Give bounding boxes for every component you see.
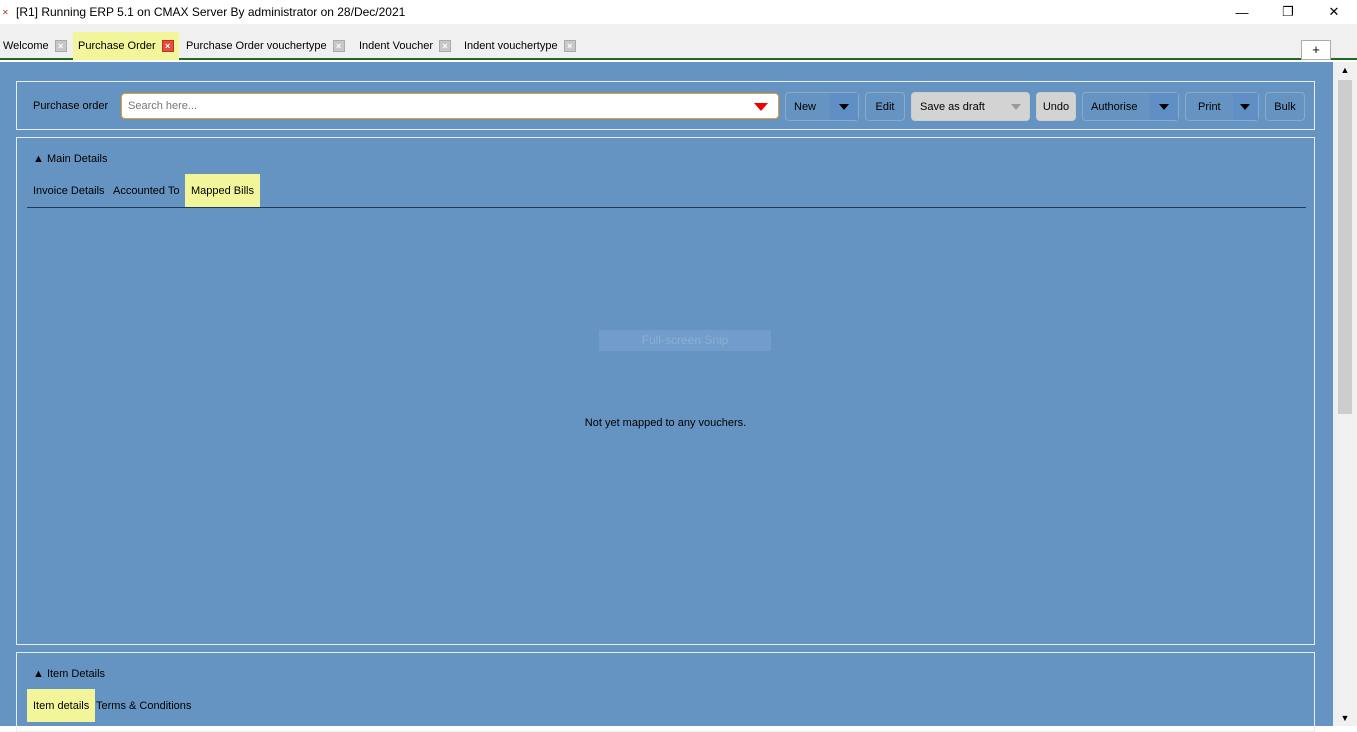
chevron-down-icon[interactable] bbox=[1011, 103, 1021, 110]
bulk-button[interactable]: Bulk bbox=[1265, 92, 1305, 121]
edit-button[interactable]: Edit bbox=[865, 92, 905, 121]
tab-divider bbox=[27, 207, 1306, 208]
tab-item-details[interactable]: Item details bbox=[27, 689, 96, 722]
tab-label: Welcome bbox=[3, 40, 49, 52]
title-bar: ✕ [R1] Running ERP 5.1 on CMAX Server By… bbox=[0, 0, 1357, 24]
authorise-label: Authorise bbox=[1091, 100, 1138, 113]
new-label: New bbox=[794, 100, 817, 113]
chevron-down-icon[interactable] bbox=[1150, 93, 1178, 120]
add-tab-button[interactable]: + bbox=[1301, 40, 1331, 60]
close-tab-icon[interactable]: × bbox=[332, 40, 345, 52]
voucher-label: Purchase order bbox=[33, 100, 109, 112]
authorise-button[interactable]: Authorise bbox=[1082, 92, 1179, 121]
tab-bar: Welcome × Purchase Order × Purchase Order … bbox=[0, 24, 1357, 60]
scroll-down-icon[interactable]: ▼ bbox=[1333, 713, 1357, 723]
search-input[interactable]: Search here... bbox=[121, 93, 779, 119]
item-details-toggle[interactable]: ▲ Item Details bbox=[33, 668, 105, 680]
snip-overlay: Full-screen Snip bbox=[599, 330, 771, 351]
tab-label: Purchase Order vouchertype bbox=[186, 40, 327, 52]
tab-purchase-order-vouchertype[interactable]: Purchase Order vouchertype × bbox=[183, 32, 348, 60]
tab-purchase-order[interactable]: Purchase Order × bbox=[73, 32, 179, 60]
tab-indent-voucher[interactable]: Indent Voucher × bbox=[356, 32, 454, 60]
app-icon: ✕ bbox=[2, 7, 9, 17]
close-tab-icon[interactable]: × bbox=[54, 40, 67, 52]
tab-label: Indent vouchertype bbox=[464, 40, 558, 52]
window-title: [R1] Running ERP 5.1 on CMAX Server By a… bbox=[16, 5, 406, 19]
scroll-up-icon[interactable]: ▲ bbox=[1333, 65, 1357, 75]
tab-label: Indent Voucher bbox=[359, 40, 434, 52]
undo-label: Undo bbox=[1042, 100, 1070, 113]
tab-invoice-details[interactable]: Invoice Details bbox=[27, 174, 111, 207]
main-details-toggle[interactable]: ▲ Main Details bbox=[33, 153, 107, 165]
chevron-down-icon[interactable] bbox=[1232, 93, 1258, 120]
tab-accounted-to[interactable]: Accounted To bbox=[107, 174, 185, 207]
print-button[interactable]: Print bbox=[1185, 92, 1259, 121]
edit-label: Edit bbox=[875, 100, 895, 113]
close-tab-icon[interactable]: × bbox=[439, 40, 452, 52]
dropdown-arrow-icon[interactable] bbox=[754, 103, 768, 111]
item-details-panel: ▲ Item Details Item details Terms & Cond… bbox=[16, 652, 1315, 732]
close-tab-icon[interactable]: × bbox=[161, 40, 174, 52]
print-label: Print bbox=[1198, 100, 1221, 113]
save-draft-label: Save as draft bbox=[920, 100, 985, 113]
new-button[interactable]: New bbox=[785, 92, 859, 121]
tab-terms-conditions[interactable]: Terms & Conditions bbox=[90, 689, 197, 722]
restore-button[interactable]: ❐ bbox=[1265, 0, 1311, 24]
save-as-draft-button[interactable]: Save as draft bbox=[911, 92, 1030, 121]
main-details-panel: ▲ Main Details Invoice Details Accounted… bbox=[16, 137, 1315, 645]
empty-message: Not yet mapped to any vouchers. bbox=[584, 417, 747, 429]
minimize-button[interactable]: — bbox=[1219, 0, 1265, 24]
undo-button[interactable]: Undo bbox=[1036, 92, 1076, 121]
search-placeholder: Search here... bbox=[128, 100, 198, 112]
bulk-label: Bulk bbox=[1274, 100, 1296, 113]
close-tab-icon[interactable]: × bbox=[563, 40, 576, 52]
main-area: Purchase order Search here... New Edit S… bbox=[0, 62, 1333, 732]
toolbar-panel: Purchase order Search here... New Edit S… bbox=[16, 81, 1315, 130]
scrollbar-thumb[interactable] bbox=[1338, 80, 1352, 414]
tab-label: Purchase Order bbox=[78, 40, 156, 52]
tab-welcome[interactable]: Welcome × bbox=[0, 32, 70, 60]
chevron-down-icon[interactable] bbox=[830, 93, 858, 120]
tab-mapped-bills[interactable]: Mapped Bills bbox=[185, 174, 260, 207]
tab-indent-vouchertype[interactable]: Indent vouchertype × bbox=[461, 32, 579, 60]
close-button[interactable]: ✕ bbox=[1311, 0, 1357, 24]
vertical-scrollbar[interactable]: ▲ ▼ bbox=[1333, 62, 1357, 726]
